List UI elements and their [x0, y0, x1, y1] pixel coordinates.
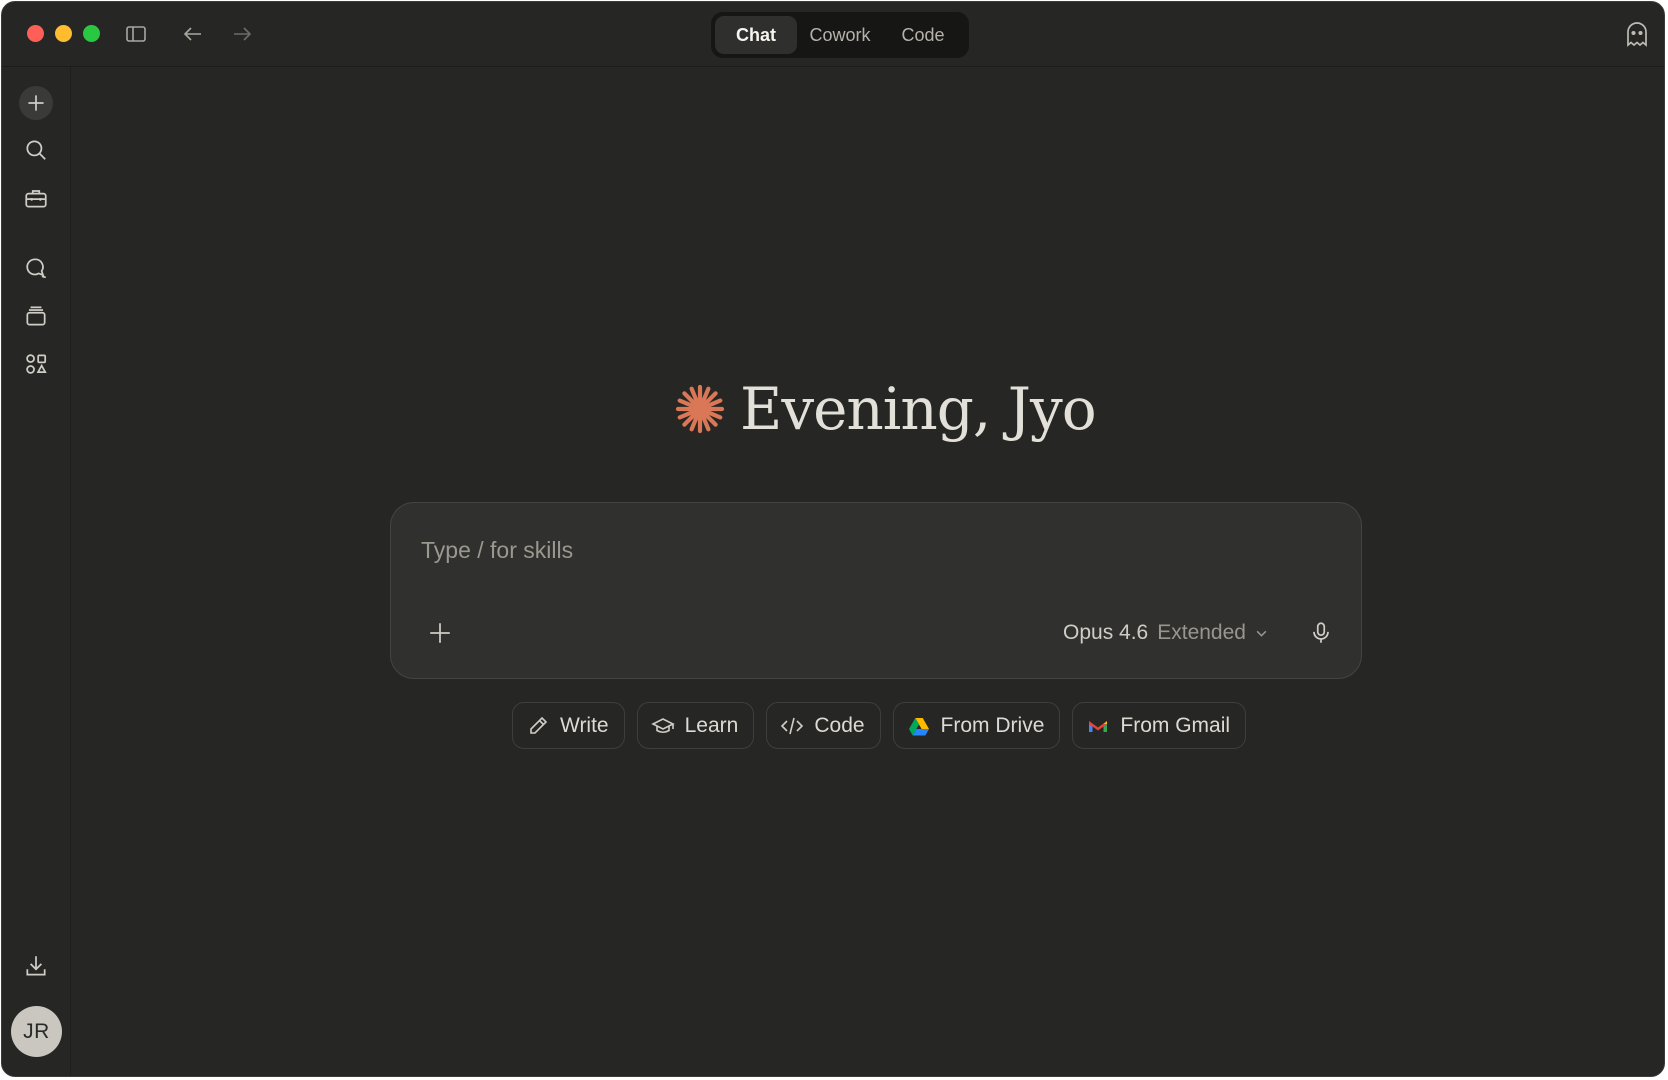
composer: Opus 4.6 Extended — [390, 502, 1362, 679]
briefcase-icon — [25, 190, 47, 208]
mode-switcher: Chat Cowork Code — [711, 12, 969, 58]
download-icon — [26, 956, 46, 976]
chat-bubbles-icon — [26, 258, 46, 279]
google-drive-icon — [908, 717, 929, 735]
tab-cowork[interactable]: Cowork — [797, 16, 883, 54]
chip-label: From Gmail — [1120, 713, 1231, 737]
graduation-cap-icon — [650, 717, 675, 733]
toolbox-button[interactable] — [19, 181, 53, 215]
code-chip[interactable]: Code — [766, 702, 881, 749]
learn-chip[interactable]: Learn — [636, 702, 755, 749]
microphone-button[interactable] — [1304, 616, 1338, 650]
projects-button[interactable] — [19, 299, 53, 333]
attach-button[interactable] — [425, 618, 455, 648]
new-chat-button[interactable] — [19, 86, 53, 120]
tab-chat[interactable]: Chat — [715, 16, 797, 54]
shapes-icon — [26, 354, 47, 374]
sidebar: JR — [2, 67, 71, 1076]
ghost-icon[interactable] — [1622, 19, 1652, 49]
tab-code[interactable]: Code — [883, 16, 963, 54]
back-arrow-icon[interactable] — [179, 20, 207, 48]
forward-arrow-icon[interactable] — [228, 20, 256, 48]
greeting: Evening, Jyo — [674, 374, 1097, 444]
maximize-window-button[interactable] — [83, 25, 100, 42]
chip-label: Learn — [684, 713, 739, 737]
sidebar-toggle-icon[interactable] — [122, 20, 150, 48]
artifacts-button[interactable] — [19, 347, 53, 381]
chip-label: From Drive — [940, 713, 1045, 737]
chats-button[interactable] — [19, 251, 53, 285]
model-selector[interactable]: Opus 4.6 Extended — [1063, 616, 1268, 650]
plus-icon — [28, 95, 44, 111]
minimize-window-button[interactable] — [55, 25, 72, 42]
chevron-down-icon — [1256, 630, 1267, 637]
pencil-icon — [530, 716, 548, 734]
write-chip[interactable]: Write — [512, 702, 625, 749]
chip-label: Write — [560, 713, 609, 737]
avatar[interactable]: JR — [11, 1006, 62, 1057]
from-gmail-chip[interactable]: From Gmail — [1072, 702, 1247, 749]
close-window-button[interactable] — [27, 25, 44, 42]
title-bar: Chat Cowork Code — [2, 2, 1664, 67]
greeting-text: Evening, Jyo — [740, 375, 1097, 443]
message-input[interactable] — [421, 533, 1301, 567]
quick-actions: Write Learn Code From Drive From Gmail — [512, 702, 1247, 749]
model-name: Opus 4.6 — [1063, 621, 1149, 644]
microphone-icon — [1313, 622, 1329, 643]
model-mode: Extended — [1157, 621, 1246, 644]
search-button[interactable] — [19, 133, 53, 167]
chip-label: Code — [814, 713, 865, 737]
code-brackets-icon — [781, 717, 804, 734]
claude-spark-icon — [675, 384, 725, 434]
plus-icon — [430, 623, 450, 643]
stack-icon — [26, 306, 46, 326]
download-button[interactable] — [19, 949, 53, 983]
app-window: Chat Cowork Code JR Evening, Jyo Type / … — [1, 1, 1665, 1077]
from-drive-chip[interactable]: From Drive — [892, 702, 1061, 749]
search-icon — [26, 140, 46, 160]
gmail-icon — [1089, 720, 1108, 732]
